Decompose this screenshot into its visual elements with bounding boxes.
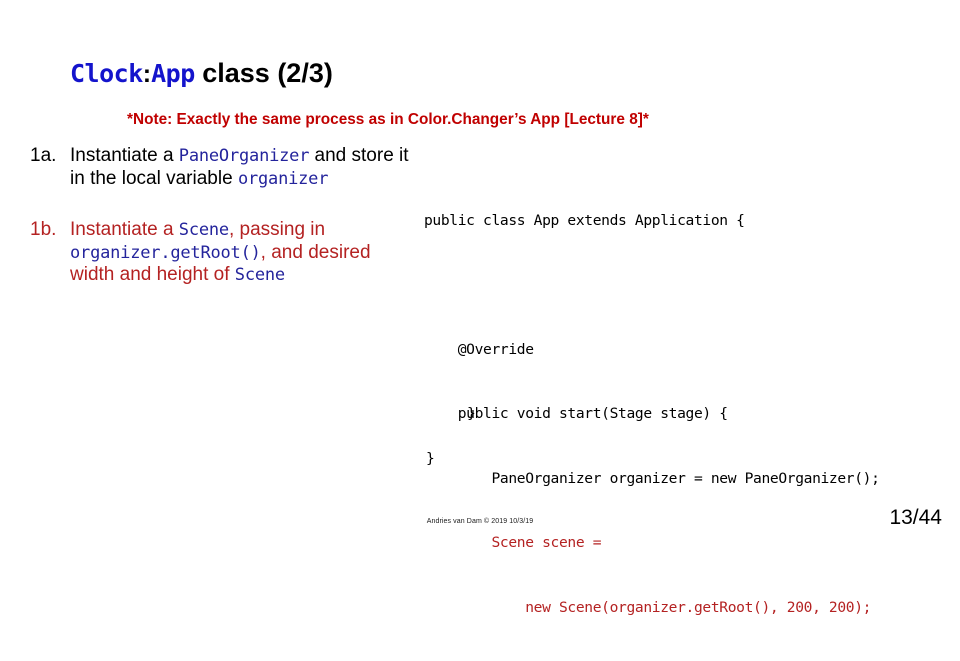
note-line: *Note: Exactly the same process as in Co… <box>127 111 649 128</box>
title-separator: : <box>142 60 152 88</box>
bullet-1a-code-paneorganizer: PaneOrganizer <box>178 146 310 166</box>
bullet-1a-code-organizer: organizer <box>237 168 329 189</box>
list-item: 1b. Instantiate a Scene, passing in orga… <box>30 219 420 287</box>
title-code-app: App <box>151 59 195 88</box>
bullet-1b-code-scene-2: Scene <box>234 265 285 285</box>
bullet-1b-code-scene: Scene <box>178 220 229 240</box>
code-line: PaneOrganizer organizer = new PaneOrgani… <box>424 469 880 487</box>
code-line: public class App extends Application { <box>424 212 745 229</box>
page-number: 13/44 <box>889 506 942 529</box>
code-line: @Override <box>424 340 534 358</box>
page-title: Clock:App class (2/3) <box>70 58 333 89</box>
title-code-clock: Clock <box>70 59 143 88</box>
bullet-body-1a: Instantiate a PaneOrganizer and store it… <box>70 145 420 190</box>
code-closing-brace-inner: } <box>467 405 476 422</box>
bullet-1b-code-getroot: organizer.getRoot() <box>70 242 261 263</box>
code-block: public class App extends Application { @… <box>424 167 880 661</box>
bullet-list: 1a. Instantiate a PaneOrganizer and stor… <box>30 145 420 287</box>
slide-canvas: Clock:App class (2/3) *Note: Exactly the… <box>0 0 960 616</box>
code-line: new Scene(organizer.getRoot(), 200, 200)… <box>424 598 872 616</box>
code-line: Scene scene = <box>424 534 602 551</box>
list-item: 1a. Instantiate a PaneOrganizer and stor… <box>30 145 420 190</box>
code-closing-brace-outer: } <box>426 450 435 467</box>
footer-credit: Andries van Dam © 2019 10/3/19 <box>426 518 534 525</box>
bullet-marker-1b: 1b. <box>30 219 57 240</box>
bullet-body-1b: Instantiate a Scene, passing in organize… <box>70 219 420 287</box>
bullet-1a-seg-0: Instantiate a <box>70 145 179 166</box>
bullet-1b-seg-0: Instantiate a <box>70 219 179 240</box>
code-line: public void start(Stage stage) { <box>424 405 728 422</box>
bullet-marker-1a: 1a. <box>30 145 57 166</box>
bullet-1b-seg-2: , passing in <box>228 219 326 240</box>
title-rest: class (2/3) <box>194 58 333 88</box>
